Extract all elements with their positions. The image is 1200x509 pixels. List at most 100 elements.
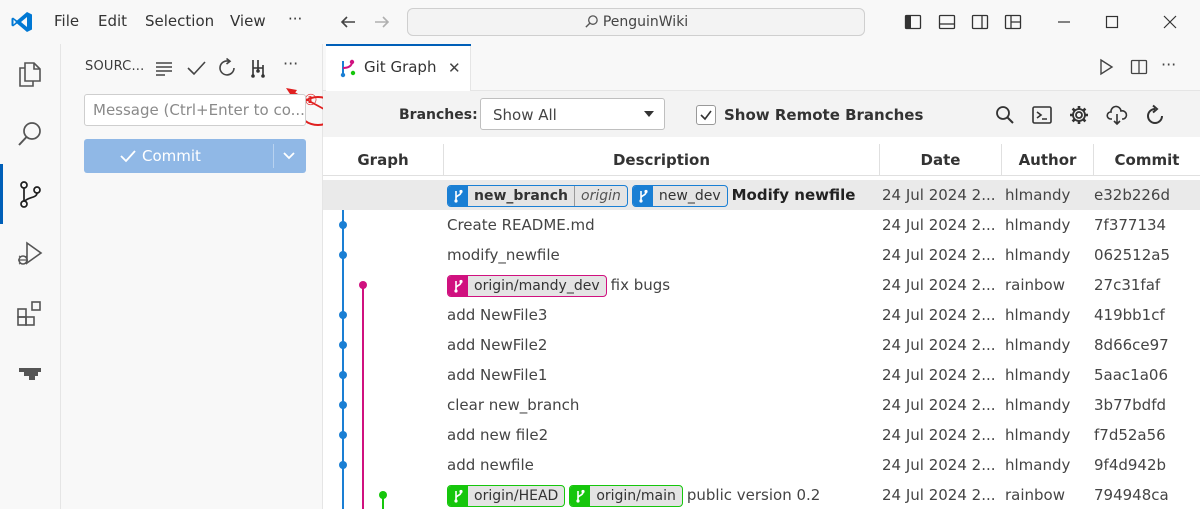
branch-ref-badge[interactable]: origin/main: [569, 484, 683, 507]
commit-button[interactable]: Commit: [84, 139, 306, 173]
commit-message: add NewFile3: [447, 306, 548, 324]
branch-ref-name: origin/mandy_dev: [474, 277, 600, 294]
branch-icon: [632, 185, 653, 206]
chevron-down-icon[interactable]: [281, 148, 297, 164]
branches-select[interactable]: Show All: [480, 98, 665, 130]
table-row[interactable]: add newfile 24 Jul 2024 2... hlmandy 9f4d94…: [323, 450, 1200, 480]
header-commit[interactable]: Commit: [1093, 144, 1200, 176]
commit-description: Create README.md: [447, 210, 879, 240]
commit-message: Create README.md: [447, 216, 595, 234]
run-icon[interactable]: [1096, 57, 1116, 77]
find-icon[interactable]: [994, 104, 1016, 126]
commit-description: add new file2: [447, 420, 879, 450]
branches-select-value: Show All: [493, 106, 557, 124]
commit-check-icon[interactable]: [185, 57, 207, 79]
show-remote-branches-checkbox[interactable]: [696, 105, 716, 125]
commit-date: 24 Jul 2024 2...: [882, 336, 996, 354]
commit-hash: 9f4d942b: [1094, 456, 1167, 474]
commit-button-divider: [273, 144, 274, 168]
fetch-cloud-icon[interactable]: [1106, 104, 1128, 126]
back-arrow-icon[interactable]: [338, 12, 358, 32]
activity-extensions[interactable]: [0, 284, 61, 344]
title-bar: File Edit Selection View ··· PenguinWiki: [0, 0, 1200, 44]
branch-ref-badge[interactable]: new_dev: [631, 184, 728, 207]
header-author[interactable]: Author: [1001, 144, 1093, 176]
menu-file[interactable]: File: [54, 12, 79, 30]
branches-label: Branches:: [399, 107, 478, 123]
commit-description: origin/HEAD origin/main public version 0.2: [447, 480, 879, 509]
header-description[interactable]: Description: [443, 144, 879, 176]
table-row[interactable]: add NewFile1 24 Jul 2024 2... hlmandy 5aac1…: [323, 360, 1200, 390]
commit-author: hlmandy: [1005, 306, 1071, 324]
menu-view[interactable]: View: [230, 12, 266, 30]
activity-source-control[interactable]: [0, 164, 61, 224]
branch-ref-badge[interactable]: origin/mandy_dev: [447, 274, 607, 297]
forward-arrow-icon[interactable]: [372, 12, 392, 32]
commit-message: fix bugs: [610, 276, 671, 294]
view-git-graph-icon[interactable]: [247, 57, 269, 79]
split-editor-icon[interactable]: [1129, 57, 1149, 77]
branch-icon: [448, 185, 468, 206]
menu-selection[interactable]: Selection: [145, 12, 214, 30]
close-tab-icon[interactable]: ✕: [448, 59, 461, 77]
view-as-tree-icon[interactable]: [153, 57, 175, 79]
table-row[interactable]: origin/mandy_dev fix bugs 24 Jul 2024 2...…: [323, 270, 1200, 300]
toggle-panel-icon[interactable]: [937, 12, 957, 32]
editor-more-icon[interactable]: ···: [1161, 55, 1181, 75]
check-icon: [120, 150, 136, 163]
commit-hash: 5aac1a06: [1094, 366, 1168, 384]
commit-hash: f7d52a56: [1094, 426, 1166, 444]
activity-search[interactable]: [0, 104, 61, 164]
activity-git-graph[interactable]: [0, 344, 61, 404]
customize-layout-icon[interactable]: [1003, 12, 1023, 32]
commit-message: add newfile: [447, 456, 534, 474]
branch-icon: [570, 485, 591, 506]
commit-date: 24 Jul 2024 2...: [882, 306, 996, 324]
git-graph-controls: Branches: Show All Show Remote Branches: [323, 91, 1200, 137]
table-row[interactable]: new_branch origin new_dev Modify newfile 24 …: [323, 180, 1200, 210]
branch-ref-name: origin/HEAD: [474, 487, 559, 504]
commit-date: 24 Jul 2024 2...: [882, 276, 996, 294]
refresh-icon[interactable]: [217, 57, 239, 79]
activity-explorer[interactable]: [0, 44, 61, 104]
table-row[interactable]: add NewFile2 24 Jul 2024 2... hlmandy 8d66c…: [323, 330, 1200, 360]
commit-date: 24 Jul 2024 2...: [882, 216, 996, 234]
commit-date: 24 Jul 2024 2...: [882, 456, 996, 474]
show-remote-branches-label[interactable]: Show Remote Branches: [724, 106, 923, 124]
commit-description: new_branch origin new_dev Modify newfile: [447, 180, 879, 210]
table-row[interactable]: modify_newfile 24 Jul 2024 2... hlmandy 062…: [323, 240, 1200, 270]
close-window-icon[interactable]: [1160, 12, 1180, 32]
commit-description: add newfile: [447, 450, 879, 480]
checkmark-icon: [700, 110, 712, 121]
header-graph[interactable]: Graph: [323, 144, 443, 176]
minimize-icon[interactable]: [1054, 12, 1074, 32]
tab-git-graph[interactable]: Git Graph ✕: [326, 44, 471, 91]
table-row[interactable]: Create README.md 24 Jul 2024 2... hlmandy 7…: [323, 210, 1200, 240]
branch-ref-badge[interactable]: origin/HEAD: [447, 484, 566, 507]
search-icon: [585, 15, 598, 28]
toggle-secondary-sidebar-icon[interactable]: [970, 12, 990, 32]
toggle-primary-sidebar-icon[interactable]: [903, 12, 923, 32]
branch-ref-name: new_dev: [658, 187, 721, 204]
settings-gear-icon[interactable]: [1068, 104, 1090, 126]
run-debug-icon: [18, 241, 43, 265]
branch-ref-name: new_branch: [474, 187, 569, 204]
menu-edit[interactable]: Edit: [98, 12, 127, 30]
commit-date: 24 Jul 2024 2...: [882, 426, 996, 444]
dropdown-arrow-icon: [644, 111, 654, 117]
branch-ref-badge[interactable]: new_branch origin: [447, 184, 628, 207]
commit-message-input[interactable]: Message (Ctrl+Enter to co...: [84, 94, 306, 126]
activity-run-debug[interactable]: [0, 224, 61, 284]
command-center-search[interactable]: PenguinWiki: [407, 8, 865, 36]
table-row[interactable]: add new file2 24 Jul 2024 2... hlmandy f7d5…: [323, 420, 1200, 450]
terminal-icon[interactable]: [1031, 104, 1053, 126]
table-row[interactable]: add NewFile3 24 Jul 2024 2... hlmandy 419bb…: [323, 300, 1200, 330]
menu-more-icon[interactable]: ···: [288, 10, 302, 28]
table-row[interactable]: clear new_branch 24 Jul 2024 2... hlmandy 3…: [323, 390, 1200, 420]
table-row[interactable]: origin/HEAD origin/main public version 0.2…: [323, 480, 1200, 509]
header-date[interactable]: Date: [879, 144, 1001, 176]
refresh-icon[interactable]: [1144, 104, 1166, 126]
maximize-icon[interactable]: [1102, 12, 1122, 32]
branch-icon: [448, 485, 468, 506]
commit-button-label: Commit: [142, 147, 201, 165]
